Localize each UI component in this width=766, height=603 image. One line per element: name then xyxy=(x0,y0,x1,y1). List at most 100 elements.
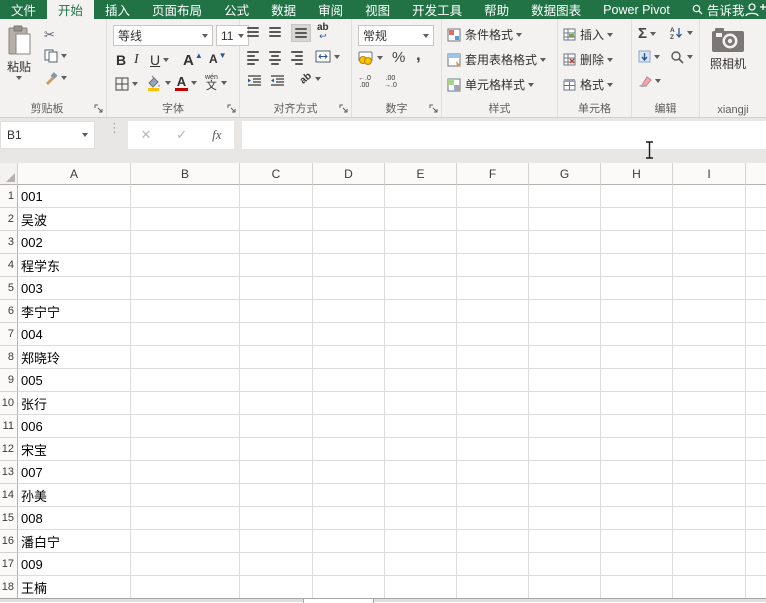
cell-A13[interactable]: 007 xyxy=(18,461,131,484)
cell-C4[interactable] xyxy=(240,254,313,277)
cell-I12[interactable] xyxy=(673,438,746,461)
cell-H11[interactable] xyxy=(601,415,673,438)
decrease-decimal-button[interactable]: .00 →.0 xyxy=(384,75,397,89)
cell-A7[interactable]: 004 xyxy=(18,323,131,346)
cell-D3[interactable] xyxy=(313,231,385,254)
active-sheet-tab-sliver[interactable] xyxy=(303,599,374,603)
cell-E14[interactable] xyxy=(385,484,457,507)
select-all-corner[interactable] xyxy=(0,163,18,185)
cell-C10[interactable] xyxy=(240,392,313,415)
cell-G16[interactable] xyxy=(529,530,601,553)
underline-button[interactable]: U xyxy=(150,52,170,68)
cell-I15[interactable] xyxy=(673,507,746,530)
cell-D5[interactable] xyxy=(313,277,385,300)
cell-H18[interactable] xyxy=(601,576,673,599)
cell-D13[interactable] xyxy=(313,461,385,484)
cell-D10[interactable] xyxy=(313,392,385,415)
share-button[interactable] xyxy=(744,0,766,19)
cell-D6[interactable] xyxy=(313,300,385,323)
cell-A9[interactable]: 005 xyxy=(18,369,131,392)
alignment-dialog-launcher[interactable] xyxy=(339,104,349,114)
cell-I14[interactable] xyxy=(673,484,746,507)
clipboard-dialog-launcher[interactable] xyxy=(94,104,104,114)
cell-A3[interactable]: 002 xyxy=(18,231,131,254)
cell-A17[interactable]: 009 xyxy=(18,553,131,576)
cell-H13[interactable] xyxy=(601,461,673,484)
row-header-9[interactable]: 9 xyxy=(0,369,18,392)
cell-G7[interactable] xyxy=(529,323,601,346)
cell-H3[interactable] xyxy=(601,231,673,254)
cell-D14[interactable] xyxy=(313,484,385,507)
merge-center-button[interactable] xyxy=(315,50,340,63)
align-top-button[interactable] xyxy=(247,27,259,37)
cell-H5[interactable] xyxy=(601,277,673,300)
increase-font-button[interactable]: A ▲ xyxy=(183,51,203,69)
row-header-12[interactable]: 12 xyxy=(0,438,18,461)
cell-E8[interactable] xyxy=(385,346,457,369)
cell-C13[interactable] xyxy=(240,461,313,484)
cell-partial-7[interactable] xyxy=(746,323,766,346)
cell-H15[interactable] xyxy=(601,507,673,530)
align-center-button[interactable] xyxy=(269,51,281,65)
cell-I6[interactable] xyxy=(673,300,746,323)
cell-F12[interactable] xyxy=(457,438,529,461)
cell-partial-10[interactable] xyxy=(746,392,766,415)
cell-D18[interactable] xyxy=(313,576,385,599)
column-header-I[interactable]: I xyxy=(673,163,746,185)
cell-A16[interactable]: 潘白宁 xyxy=(18,530,131,553)
cell-D7[interactable] xyxy=(313,323,385,346)
number-format-combo[interactable]: 常规 xyxy=(358,25,434,46)
cell-A6[interactable]: 李宁宁 xyxy=(18,300,131,323)
cell-partial-4[interactable] xyxy=(746,254,766,277)
borders-button[interactable] xyxy=(115,77,138,91)
cell-C6[interactable] xyxy=(240,300,313,323)
cell-B16[interactable] xyxy=(131,530,240,553)
column-header-C[interactable]: C xyxy=(240,163,313,185)
cell-I9[interactable] xyxy=(673,369,746,392)
cell-A1[interactable]: 001 xyxy=(18,185,131,208)
column-header-F[interactable]: F xyxy=(457,163,529,185)
cell-G12[interactable] xyxy=(529,438,601,461)
cell-D2[interactable] xyxy=(313,208,385,231)
cell-C1[interactable] xyxy=(240,185,313,208)
row-header-8[interactable]: 8 xyxy=(0,346,18,369)
cell-H1[interactable] xyxy=(601,185,673,208)
cell-partial-12[interactable] xyxy=(746,438,766,461)
cell-A11[interactable]: 006 xyxy=(18,415,131,438)
row-header-3[interactable]: 3 xyxy=(0,231,18,254)
format-painter-button[interactable] xyxy=(44,71,67,85)
align-middle-button[interactable] xyxy=(269,27,281,37)
cell-E16[interactable] xyxy=(385,530,457,553)
conditional-formatting-button[interactable]: 条件格式 xyxy=(447,26,523,43)
cell-F10[interactable] xyxy=(457,392,529,415)
cell-F4[interactable] xyxy=(457,254,529,277)
cell-partial-2[interactable] xyxy=(746,208,766,231)
cell-F1[interactable] xyxy=(457,185,529,208)
cut-button[interactable]: ✂ xyxy=(44,27,55,43)
row-header-11[interactable]: 11 xyxy=(0,415,18,438)
cell-A15[interactable]: 008 xyxy=(18,507,131,530)
cell-partial-15[interactable] xyxy=(746,507,766,530)
row-header-15[interactable]: 15 xyxy=(0,507,18,530)
cell-partial-3[interactable] xyxy=(746,231,766,254)
cell-E10[interactable] xyxy=(385,392,457,415)
row-header-4[interactable]: 4 xyxy=(0,254,18,277)
cell-B4[interactable] xyxy=(131,254,240,277)
ribbon-tab-数据图表[interactable]: 数据图表 xyxy=(520,0,592,19)
decrease-indent-button[interactable] xyxy=(247,75,262,87)
paste-button[interactable]: 粘贴 xyxy=(6,25,32,80)
cell-B8[interactable] xyxy=(131,346,240,369)
cell-partial-17[interactable] xyxy=(746,553,766,576)
cell-I11[interactable] xyxy=(673,415,746,438)
row-header-2[interactable]: 2 xyxy=(0,208,18,231)
cell-G1[interactable] xyxy=(529,185,601,208)
cell-C18[interactable] xyxy=(240,576,313,599)
align-right-button[interactable] xyxy=(291,51,303,65)
column-header-E[interactable]: E xyxy=(385,163,457,185)
cell-F8[interactable] xyxy=(457,346,529,369)
percent-style-button[interactable]: % xyxy=(392,49,405,66)
delete-cells-button[interactable]: 删除 xyxy=(563,51,614,68)
row-header-7[interactable]: 7 xyxy=(0,323,18,346)
cell-G4[interactable] xyxy=(529,254,601,277)
format-cells-button[interactable]: 格式 xyxy=(563,76,614,93)
